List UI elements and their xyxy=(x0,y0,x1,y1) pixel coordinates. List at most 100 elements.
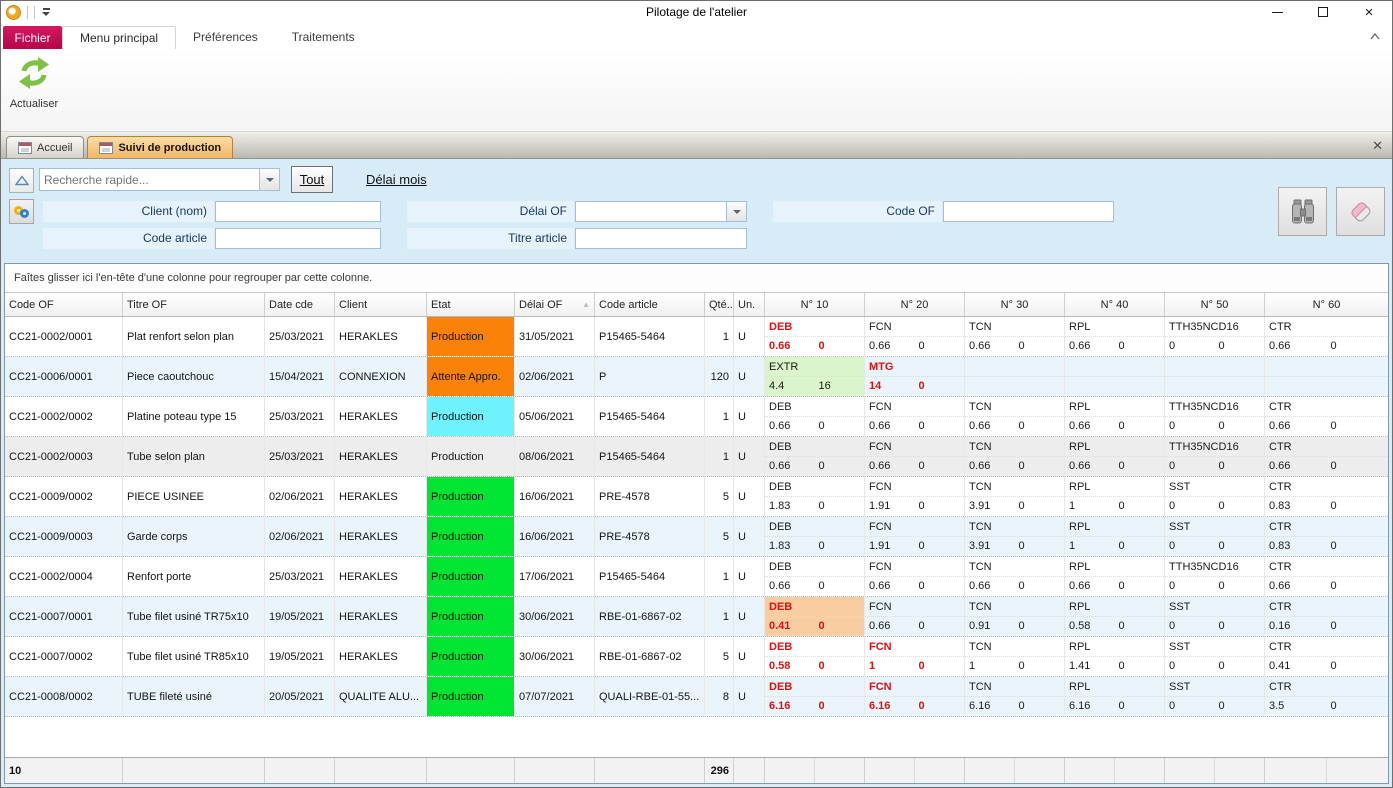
grid-cell-op-n50[interactable]: TTH35NCD1600 xyxy=(1165,397,1265,436)
grid-cell-op-n30[interactable]: TCN10 xyxy=(965,637,1065,676)
app-icon[interactable] xyxy=(6,5,21,20)
grid-cell-op-n40[interactable]: RPL10 xyxy=(1065,517,1165,556)
grid-cell-op-n50[interactable]: TTH35NCD1600 xyxy=(1165,317,1265,356)
table-row[interactable]: CC21-0007/0001Tube filet usiné TR75x1019… xyxy=(5,597,1388,637)
collapse-ribbon-icon[interactable] xyxy=(1368,30,1382,42)
ribbon-tab-traitements[interactable]: Traitements xyxy=(275,26,372,49)
grid-cell-code_article[interactable]: P15465-5464 xyxy=(595,437,705,476)
grid-cell-op-n30[interactable]: TCN0.660 xyxy=(965,437,1065,476)
grid-cell-etat[interactable]: Production xyxy=(427,597,515,636)
grid-cell-titre_of[interactable]: Garde corps xyxy=(123,517,265,556)
grid-cell-un[interactable]: U xyxy=(734,477,765,516)
grid-cell-op-n30[interactable]: TCN0.660 xyxy=(965,397,1065,436)
grid-cell-delai_of[interactable]: 17/06/2021 xyxy=(515,557,595,596)
grid-cell-titre_of[interactable]: Tube filet usiné TR85x10 xyxy=(123,637,265,676)
tab-suivi-de-production[interactable]: Suivi de production xyxy=(87,136,233,158)
grid-cell-date_cde[interactable]: 19/05/2021 xyxy=(265,637,335,676)
table-row[interactable]: CC21-0009/0002PIECE USINEE02/06/2021HERA… xyxy=(5,477,1388,517)
grid-cell-op-n20[interactable]: FCN0.660 xyxy=(865,397,965,436)
grid-cell-op-n40[interactable]: RPL0.660 xyxy=(1065,397,1165,436)
grid-cell-code_of[interactable]: CC21-0007/0001 xyxy=(5,597,123,636)
grid-cell-op-n60[interactable]: CTR0.830 xyxy=(1265,477,1388,516)
file-menu-button[interactable]: Fichier xyxy=(3,26,62,49)
column-header-qt[interactable]: Qté... xyxy=(705,293,734,316)
grid-cell-delai_of[interactable]: 08/06/2021 xyxy=(515,437,595,476)
grid-cell-client[interactable]: HERAKLES xyxy=(335,317,427,356)
grid-cell-un[interactable]: U xyxy=(734,397,765,436)
grid-cell-op-n60[interactable]: CTR0.160 xyxy=(1265,597,1388,636)
table-row[interactable]: CC21-0009/0003Garde corps02/06/2021HERAK… xyxy=(5,517,1388,557)
grid-cell-delai_of[interactable]: 05/06/2021 xyxy=(515,397,595,436)
grid-cell-un[interactable]: U xyxy=(734,357,765,396)
code-article-input[interactable] xyxy=(215,228,381,249)
column-header-n-20[interactable]: N° 20 xyxy=(865,293,965,316)
grid-cell-qte[interactable]: 1 xyxy=(705,597,734,636)
grid-cell-op-n10[interactable]: DEB0.660 xyxy=(765,317,865,356)
grid-cell-etat[interactable]: Production xyxy=(427,317,515,356)
grid-cell-un[interactable]: U xyxy=(734,637,765,676)
grid-cell-code_of[interactable]: CC21-0002/0004 xyxy=(5,557,123,596)
grid-cell-code_of[interactable]: CC21-0002/0001 xyxy=(5,317,123,356)
grid-cell-op-n20[interactable]: MTG140 xyxy=(865,357,965,396)
grid-cell-code_of[interactable]: CC21-0009/0002 xyxy=(5,477,123,516)
table-row[interactable]: CC21-0006/0001Piece caoutchouc15/04/2021… xyxy=(5,357,1388,397)
grid-cell-op-n20[interactable]: FCN10 xyxy=(865,637,965,676)
grid-cell-code_article[interactable]: PRE-4578 xyxy=(595,517,705,556)
grid-cell-delai_of[interactable]: 30/06/2021 xyxy=(515,637,595,676)
grid-cell-un[interactable]: U xyxy=(734,437,765,476)
grid-cell-etat[interactable]: Production xyxy=(427,517,515,556)
grid-cell-etat[interactable]: Production xyxy=(427,677,515,716)
grid-cell-code_of[interactable]: CC21-0009/0003 xyxy=(5,517,123,556)
grid-cell-delai_of[interactable]: 16/06/2021 xyxy=(515,517,595,556)
grid-cell-op-n10[interactable]: DEB0.660 xyxy=(765,557,865,596)
close-button[interactable]: × xyxy=(1346,1,1392,23)
maximize-button[interactable] xyxy=(1300,1,1346,23)
grid-cell-op-n30[interactable]: TCN6.160 xyxy=(965,677,1065,716)
column-header-code-article[interactable]: Code article xyxy=(595,293,705,316)
grid-cell-delai_of[interactable]: 30/06/2021 xyxy=(515,597,595,636)
clear-filters-button[interactable] xyxy=(1336,187,1385,236)
delai-of-input[interactable] xyxy=(576,202,726,221)
grid-cell-op-n10[interactable]: DEB0.580 xyxy=(765,637,865,676)
table-row[interactable]: CC21-0008/0002TUBE fileté usiné20/05/202… xyxy=(5,677,1388,717)
grid-cell-code_article[interactable]: P15465-5464 xyxy=(595,397,705,436)
grid-cell-qte[interactable]: 1 xyxy=(705,397,734,436)
search-button[interactable] xyxy=(1278,187,1327,236)
grid-cell-date_cde[interactable]: 25/03/2021 xyxy=(265,437,335,476)
column-header-un[interactable]: Un. xyxy=(734,293,765,316)
column-header-n-50[interactable]: N° 50 xyxy=(1165,293,1265,316)
column-header-date-cde[interactable]: Date cde xyxy=(265,293,335,316)
grid-cell-qte[interactable]: 1 xyxy=(705,437,734,476)
grid-cell-qte[interactable]: 5 xyxy=(705,477,734,516)
grid-cell-code_of[interactable]: CC21-0002/0003 xyxy=(5,437,123,476)
group-by-bar[interactable]: Faîtes glisser ici l'en-tête d'une colon… xyxy=(5,264,1388,293)
grid-cell-code_of[interactable]: CC21-0008/0002 xyxy=(5,677,123,716)
grid-cell-code_article[interactable]: RBE-01-6867-02 xyxy=(595,597,705,636)
tout-button[interactable]: Tout xyxy=(291,166,333,193)
grid-cell-etat[interactable]: Production xyxy=(427,637,515,676)
grid-cell-delai_of[interactable]: 16/06/2021 xyxy=(515,477,595,516)
grid-cell-delai_of[interactable]: 31/05/2021 xyxy=(515,317,595,356)
grid-cell-op-n20[interactable]: FCN0.660 xyxy=(865,317,965,356)
grid-cell-op-n40[interactable]: RPL6.160 xyxy=(1065,677,1165,716)
table-row[interactable]: CC21-0002/0002Platine poteau type 1525/0… xyxy=(5,397,1388,437)
grid-cell-code_of[interactable]: CC21-0002/0002 xyxy=(5,397,123,436)
column-header-titre-of[interactable]: Titre OF xyxy=(123,293,265,316)
grid-cell-op-n20[interactable]: FCN0.660 xyxy=(865,557,965,596)
grid-cell-un[interactable]: U xyxy=(734,517,765,556)
grid-cell-code_of[interactable]: CC21-0006/0001 xyxy=(5,357,123,396)
grid-cell-code_article[interactable]: RBE-01-6867-02 xyxy=(595,637,705,676)
grid-cell-client[interactable]: QUALITE ALU... xyxy=(335,677,427,716)
grid-cell-client[interactable]: HERAKLES xyxy=(335,517,427,556)
grid-cell-op-n40[interactable]: RPL0.660 xyxy=(1065,437,1165,476)
ribbon-tab-menu-principal[interactable]: Menu principal xyxy=(62,26,176,49)
grid-cell-etat[interactable]: Production xyxy=(427,437,515,476)
grid-cell-op-n60[interactable]: CTR0.660 xyxy=(1265,397,1388,436)
grid-cell-op-n30[interactable]: TCN0.660 xyxy=(965,317,1065,356)
grid-cell-client[interactable]: HERAKLES xyxy=(335,437,427,476)
column-header-d-lai-of[interactable]: Délai OF▲ xyxy=(515,293,595,316)
grid-cell-op-n20[interactable]: FCN0.660 xyxy=(865,437,965,476)
grid-cell-code_article[interactable]: P15465-5464 xyxy=(595,317,705,356)
delai-mois-link[interactable]: Délai mois xyxy=(366,172,427,187)
ribbon-tab-preferences[interactable]: Préférences xyxy=(176,26,275,49)
